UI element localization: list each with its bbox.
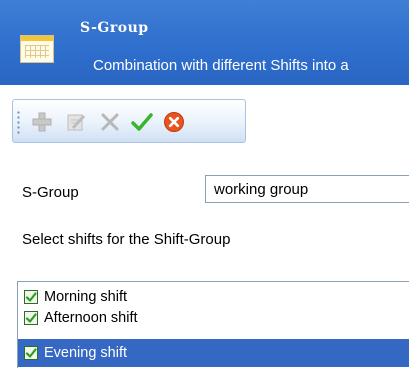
toolbar — [12, 99, 246, 143]
dialog-header: S-Group Combination with different Shift… — [0, 0, 409, 85]
checkmark-icon — [25, 312, 37, 323]
calendar-icon — [20, 35, 54, 63]
edit-button[interactable] — [61, 107, 91, 137]
x-icon — [101, 113, 119, 131]
delete-button[interactable] — [95, 107, 125, 137]
header-subtitle: Combination with different Shifts into a — [93, 57, 349, 74]
s-group-input[interactable] — [205, 175, 409, 203]
toolbar-grip[interactable] — [17, 110, 20, 134]
edit-icon — [67, 114, 86, 131]
shifts-checklist[interactable]: Morning shift Afternoon shift Evening sh… — [17, 281, 409, 368]
shifts-instruction-label: Select shifts for the Shift-Group — [22, 231, 231, 248]
checkmark-icon — [25, 291, 37, 302]
checkbox[interactable] — [24, 310, 38, 325]
confirm-button[interactable] — [127, 107, 157, 137]
list-item-morning-shift[interactable]: Morning shift — [18, 286, 409, 307]
checkmark-icon — [131, 113, 153, 131]
cancel-button[interactable] — [159, 107, 189, 137]
list-item-label: Afternoon shift — [44, 309, 138, 326]
add-button[interactable] — [27, 107, 57, 137]
s-group-label: S-Group — [22, 184, 79, 201]
checkbox[interactable] — [24, 289, 38, 304]
checkbox[interactable] — [24, 346, 38, 360]
list-item-evening-shift[interactable]: Evening shift — [18, 339, 409, 367]
list-item-label: Evening shift — [44, 345, 128, 361]
list-item-afternoon-shift[interactable]: Afternoon shift — [18, 307, 409, 328]
cancel-icon — [164, 112, 184, 132]
checkmark-icon — [25, 348, 37, 358]
list-item-label: Morning shift — [44, 288, 128, 305]
header-title: S-Group — [80, 20, 149, 36]
plus-icon — [32, 112, 52, 132]
